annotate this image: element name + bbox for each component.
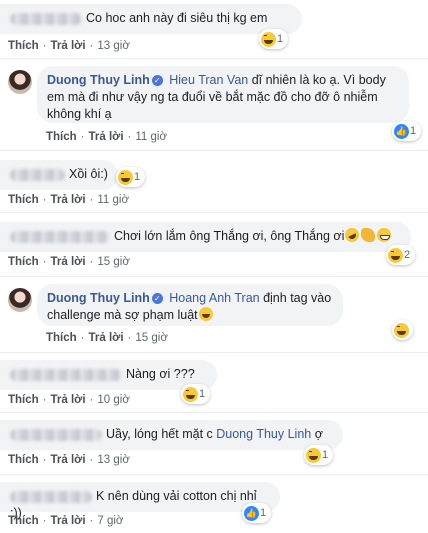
reply-link[interactable]: Trả lời <box>51 194 86 206</box>
mention-link[interactable]: Hieu Tran Van <box>169 73 248 87</box>
comment-time[interactable]: 11 giờ <box>97 194 129 206</box>
like-link[interactable]: Thích <box>8 394 39 406</box>
haha-reaction-icon <box>394 322 409 338</box>
comment-bubble: K nên dùng vải cotton chị nhỉ :)) <box>0 482 280 520</box>
reaction-summary[interactable]: 👍 1 <box>392 121 422 141</box>
haha-reaction-icon <box>261 31 276 47</box>
comment-author[interactable]: Duong Thuy Linh <box>47 73 150 87</box>
comment-time[interactable]: 11 giờ <box>135 131 167 143</box>
reaction-summary[interactable]: 1 <box>259 29 289 49</box>
mention-link[interactable]: Hoang Anh Tran <box>169 291 259 305</box>
comment-text-suffix: ợ <box>311 427 323 441</box>
like-link[interactable]: Thích <box>46 332 77 344</box>
avatar[interactable] <box>8 70 32 94</box>
laugh-emoji-icon <box>198 307 213 321</box>
like-link[interactable]: Thích <box>8 515 39 527</box>
comment-bubble: Xồi ôi:) <box>0 160 118 190</box>
comment-bubble: Uầy, lóng hết mặt c Duong Thuy Linh ợ <box>0 420 343 450</box>
reply-link[interactable]: Trả lời <box>89 131 124 143</box>
comment-time[interactable]: 13 giờ <box>97 40 129 52</box>
comment-bubble: Co hoc anh này đi siêu thị kg em <box>0 4 302 34</box>
comment-time[interactable]: 13 giờ <box>97 454 129 466</box>
comment-bubble: Duong Thuy Linh ✓ Hoang Anh Tran định tag… <box>37 284 343 326</box>
comment-author[interactable]: Duong Thuy Linh <box>47 291 150 305</box>
haha-reaction-icon <box>388 247 403 263</box>
haha-reaction-icon <box>306 447 321 463</box>
reaction-summary[interactable]: 1 <box>304 445 334 465</box>
reply-link[interactable]: Trả lời <box>51 40 86 52</box>
comment-time[interactable]: 15 giờ <box>135 332 167 344</box>
like-reaction-icon: 👍 <box>394 123 409 139</box>
rofl-emoji-icon <box>343 225 362 245</box>
verified-badge-icon: ✓ <box>151 75 163 86</box>
comment-actions: Thích · Trả lời · 13 giờ <box>8 40 130 52</box>
like-link[interactable]: Thích <box>8 40 39 52</box>
reply-link[interactable]: Trả lời <box>89 332 124 344</box>
comment-actions: Thích · Trả lời · 11 giờ <box>8 194 130 206</box>
comment-text: Co hoc anh này đi siêu thị kg em <box>86 11 268 25</box>
comment-time[interactable]: 7 giờ <box>97 515 123 527</box>
reply-link[interactable]: Trả lời <box>51 515 86 527</box>
verified-badge-icon: ✓ <box>151 293 163 304</box>
comment-actions: Thích · Trả lời · 13 giờ <box>8 454 130 466</box>
grin-emoji-icon <box>377 228 392 242</box>
comment-text: Xồi ôi:) <box>69 167 108 181</box>
comment-text: Uầy, lóng hết mặt c <box>106 427 217 441</box>
like-link[interactable]: Thích <box>8 256 39 268</box>
comment-actions: Thích · Trả lời · 7 giờ <box>8 515 124 527</box>
reaction-summary[interactable]: 1 <box>181 384 211 404</box>
avatar[interactable] <box>8 288 32 312</box>
comment-actions: Thích · Trả lời · 15 giờ <box>8 256 130 268</box>
reply-link[interactable]: Trả lời <box>51 256 86 268</box>
comment-actions: Thích · Trả lời · 11 giờ <box>46 131 168 143</box>
comment-time[interactable]: 10 giờ <box>97 394 129 406</box>
comment-actions: Thích · Trả lời · 10 giờ <box>8 394 130 406</box>
comment-bubble: Duong Thuy Linh ✓ Hieu Tran Van dĩ nhiên … <box>37 66 409 123</box>
reaction-summary[interactable] <box>392 320 413 340</box>
haha-reaction-icon <box>118 169 133 185</box>
like-reaction-icon: 👍 <box>244 505 259 521</box>
comment-time[interactable]: 15 giờ <box>97 256 129 268</box>
comment-text: Nàng ơi ??? <box>126 367 195 381</box>
reaction-summary[interactable]: 1 <box>116 167 146 187</box>
comment-text: Chơi lớn lắm ông Thắng ơi, ông Thắng ơi <box>114 229 345 243</box>
comment-actions: Thích · Trả lời · 15 giờ <box>46 332 168 344</box>
reaction-summary[interactable]: 2 <box>386 245 416 265</box>
clap-emoji-icon <box>361 228 376 242</box>
reply-link[interactable]: Trả lời <box>51 454 86 466</box>
like-link[interactable]: Thích <box>46 131 77 143</box>
reaction-summary[interactable]: 👍 1 <box>242 503 272 523</box>
like-link[interactable]: Thích <box>8 194 39 206</box>
comment-bubble: Chơi lớn lắm ông Thắng ơi, ông Thắng ơi <box>0 222 411 252</box>
mention-link[interactable]: Duong Thuy Linh <box>216 427 311 441</box>
like-link[interactable]: Thích <box>8 454 39 466</box>
haha-reaction-icon <box>183 386 198 402</box>
reply-link[interactable]: Trả lời <box>51 394 86 406</box>
